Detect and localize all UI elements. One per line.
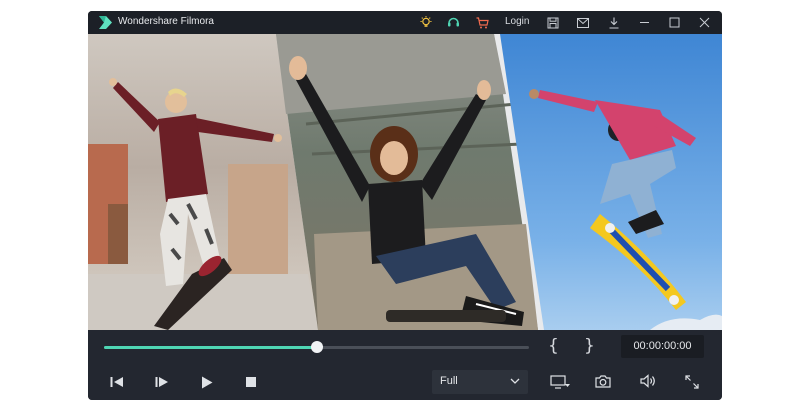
playback-controls: { } 00:00:00:00 Full <box>88 330 722 400</box>
snapshot-icon[interactable] <box>594 372 612 390</box>
support-icon[interactable] <box>446 15 461 30</box>
preview-photo-skateboarder-sky <box>500 34 722 330</box>
next-frame-icon[interactable] <box>153 373 171 391</box>
stop-icon[interactable] <box>242 373 260 391</box>
fullscreen-icon[interactable] <box>683 373 701 391</box>
video-preview[interactable] <box>88 34 722 330</box>
login-link[interactable]: Login <box>505 16 529 27</box>
preview-photo-woman-sitting <box>276 34 538 330</box>
minimize-icon[interactable] <box>637 15 652 30</box>
preview-quality-value: Full <box>440 375 458 387</box>
previous-frame-icon[interactable] <box>108 373 126 391</box>
progress-fill <box>104 346 317 349</box>
title-bar[interactable]: Wondershare Filmora Login <box>88 11 722 34</box>
display-settings-icon[interactable] <box>549 373 571 391</box>
timecode-display: 00:00:00:00 <box>621 335 704 358</box>
progress-track[interactable] <box>104 341 529 353</box>
preview-quality-select[interactable]: Full <box>432 370 528 394</box>
volume-icon[interactable] <box>639 372 657 390</box>
cart-icon[interactable] <box>475 15 490 30</box>
chevron-down-icon <box>510 378 520 384</box>
app-title: Wondershare Filmora <box>118 16 214 27</box>
filmora-logo-icon <box>99 16 112 29</box>
download-icon[interactable] <box>606 15 621 30</box>
filmora-window: Wondershare Filmora Login {} 00:00:00:0… <box>88 11 722 400</box>
close-icon[interactable] <box>697 15 712 30</box>
mail-icon[interactable] <box>575 15 590 30</box>
maximize-icon[interactable] <box>667 15 682 30</box>
mark-out-button[interactable]: } <box>584 336 595 356</box>
play-icon[interactable] <box>198 373 216 391</box>
lightbulb-icon[interactable] <box>418 15 433 30</box>
progress-thumb[interactable] <box>310 341 323 353</box>
mark-in-button[interactable]: { <box>548 336 559 356</box>
save-icon[interactable] <box>545 15 560 30</box>
